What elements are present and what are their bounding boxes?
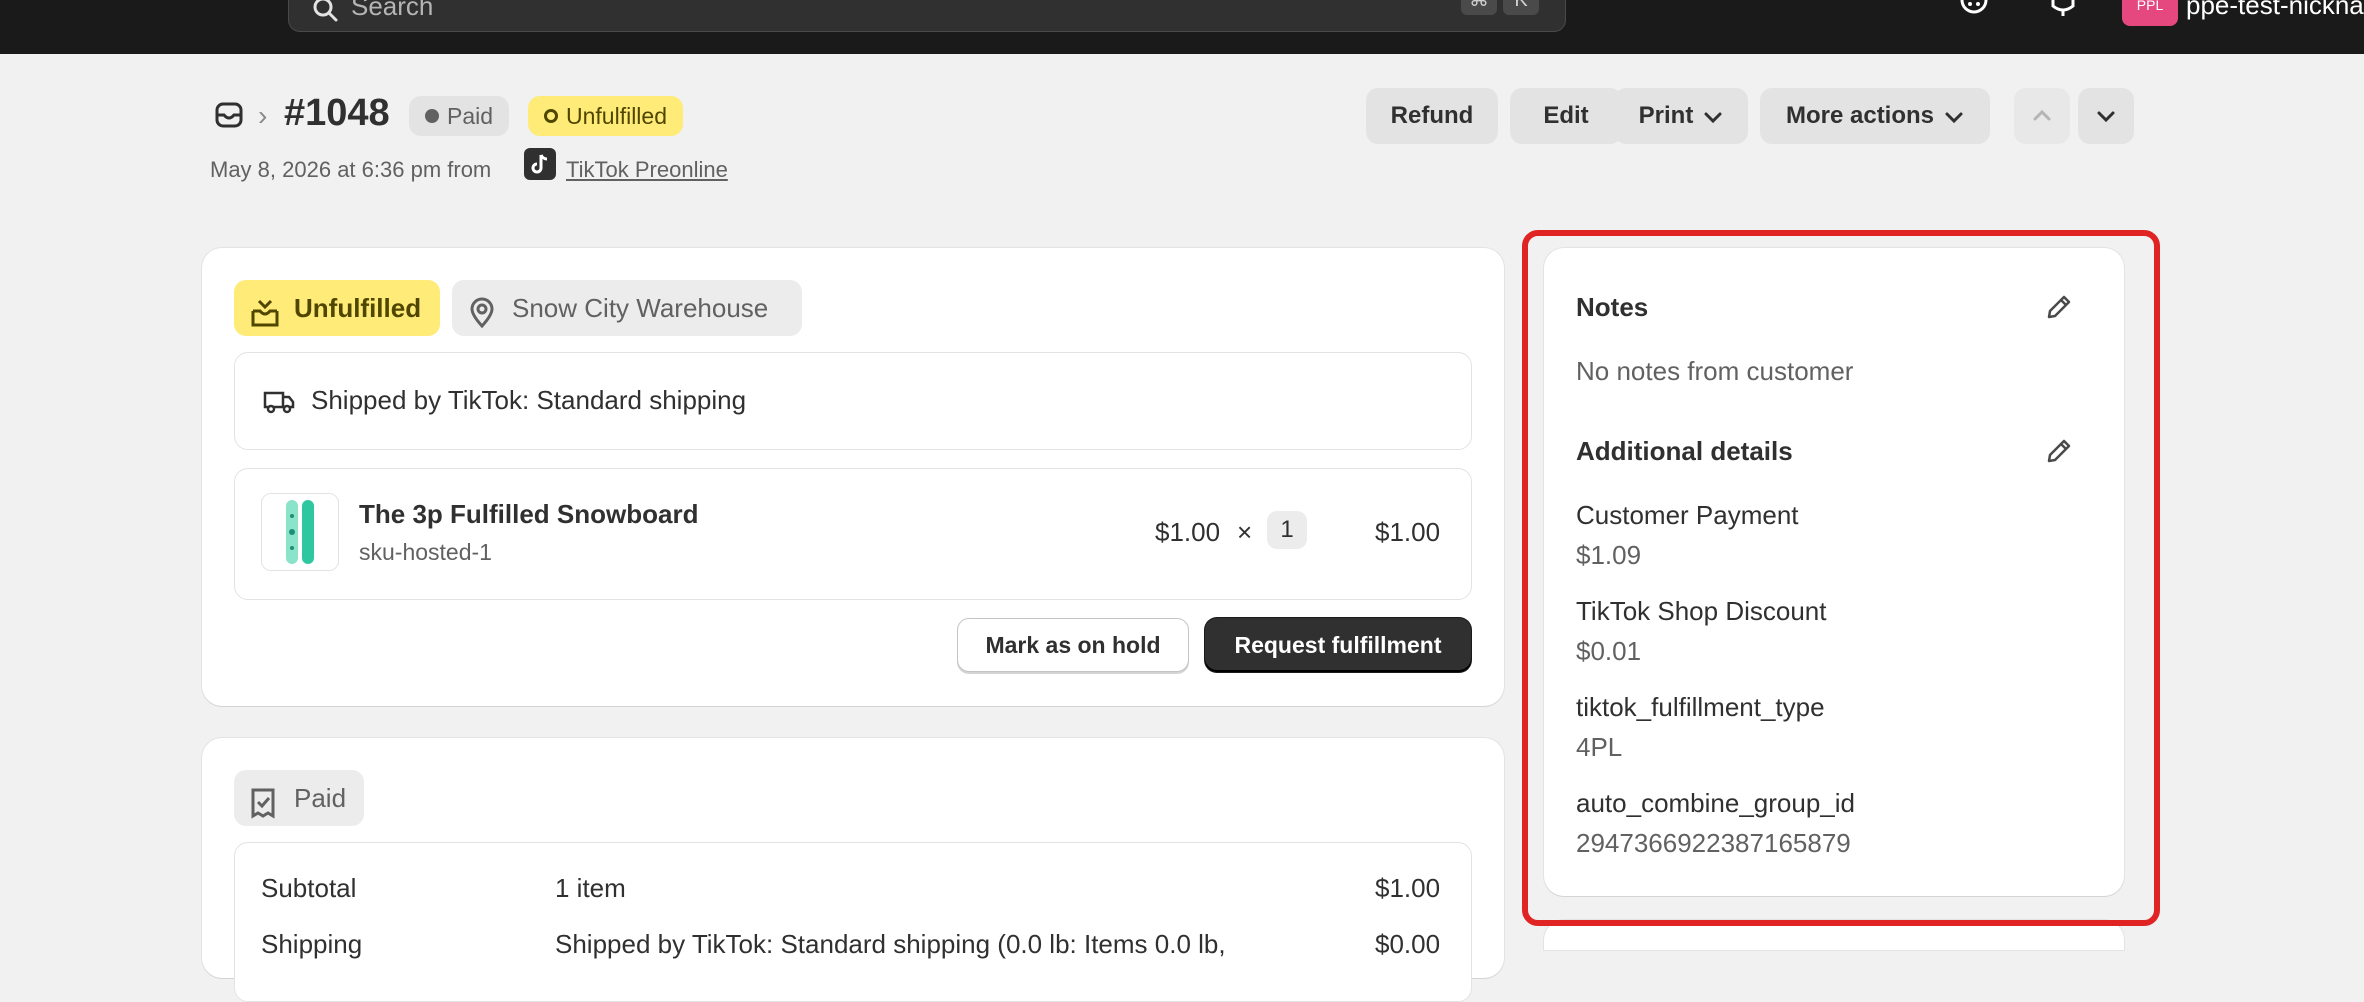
payment-card: Paid Subtotal 1 item $1.00 Shipping Ship… — [202, 738, 1504, 1002]
chevron-down-icon — [2096, 102, 2116, 129]
shipping-amount: $0.00 — [1375, 929, 1441, 959]
refund-button[interactable]: Refund — [1366, 88, 1498, 144]
next-order-button[interactable] — [2078, 88, 2134, 144]
subtotal-detail: 1 item — [555, 873, 626, 903]
order-date: May 8, 2026 at 6:36 pm from — [210, 157, 492, 182]
product-title[interactable]: The 3p Fulfilled Snowboard — [359, 499, 698, 530]
chevron-up-icon — [2032, 102, 2052, 129]
shipping-detail: Shipped by TikTok: Standard shipping (0.… — [555, 929, 1226, 959]
chevron-down-icon — [1703, 89, 1723, 145]
payment-status-label: Paid — [447, 103, 494, 129]
breadcrumb-chevron-icon: › — [258, 100, 268, 131]
more-actions-label: More actions — [1785, 102, 1935, 129]
print-button-label: Print — [1638, 102, 1694, 129]
mark-on-hold-button[interactable]: Mark as on hold — [957, 618, 1189, 672]
fulfillment-status-label: Unfulfilled — [566, 103, 667, 129]
avatar[interactable]: PPL — [2122, 0, 2178, 26]
top-bar: Search ⌘ K PPL ppe-test-nickname — [0, 0, 2364, 54]
edit-button[interactable]: Edit — [1510, 88, 1622, 144]
unfulfilled-chip: Unfulfilled — [234, 280, 440, 336]
chevron-down-icon — [1944, 89, 1964, 145]
times-sign: × — [1237, 517, 1253, 547]
print-button[interactable]: Print — [1614, 88, 1748, 144]
unfulfilled-chip-label: Unfulfilled — [294, 293, 422, 323]
receipt-icon — [250, 782, 276, 838]
truck-icon — [263, 387, 295, 420]
quantity-badge: 1 — [1267, 511, 1307, 549]
search-bar[interactable]: Search ⌘ K — [288, 0, 1566, 32]
search-icon — [311, 0, 339, 28]
shipping-method-text: Shipped by TikTok: Standard shipping — [311, 385, 747, 415]
paid-chip-label: Paid — [294, 783, 347, 813]
product-sku: sku-hosted-1 — [359, 539, 492, 565]
tiktok-icon — [524, 148, 556, 180]
status-ring-icon — [544, 109, 558, 123]
highlight-outline — [1522, 230, 2160, 926]
unit-price: $1.00 — [1155, 517, 1221, 547]
location-chip: Snow City Warehouse — [452, 280, 802, 336]
payment-status-badge: Paid — [409, 96, 510, 136]
search-placeholder: Search — [351, 0, 434, 21]
more-actions-button[interactable]: More actions — [1760, 88, 1990, 144]
shipping-label: Shipping — [261, 929, 363, 959]
fulfillment-card: Unfulfilled Snow City Warehouse Shipped … — [202, 248, 1504, 706]
paid-chip: Paid — [234, 770, 364, 826]
shop-name[interactable]: ppe-test-nickname — [2186, 0, 2364, 21]
source-link[interactable]: TikTok Preonline — [566, 157, 728, 183]
request-fulfillment-button[interactable]: Request fulfillment — [1205, 618, 1471, 672]
subtotal-label: Subtotal — [261, 873, 357, 903]
bell-icon[interactable] — [2048, 0, 2078, 23]
previous-order-button[interactable] — [2014, 88, 2070, 144]
shortcut-key-k: K — [1503, 0, 1539, 15]
line-item-row: The 3p Fulfilled Snowboard sku-hosted-1 … — [234, 468, 1472, 600]
gift-icon[interactable] — [1958, 0, 1990, 23]
status-dot-icon — [425, 109, 439, 123]
line-total: $1.00 — [1375, 517, 1441, 547]
product-thumbnail[interactable] — [261, 493, 339, 571]
payment-summary-box: Subtotal 1 item $1.00 Shipping Shipped b… — [234, 842, 1472, 1002]
shortcut-key-cmd: ⌘ — [1461, 0, 1497, 15]
page-title: #1048 — [284, 92, 390, 134]
location-pin-icon — [468, 292, 496, 348]
package-icon — [250, 292, 280, 348]
shipping-method-box: Shipped by TikTok: Standard shipping — [234, 352, 1472, 450]
location-chip-label: Snow City Warehouse — [512, 293, 769, 323]
inbox-icon[interactable] — [214, 100, 244, 135]
subtotal-amount: $1.00 — [1375, 873, 1441, 903]
fulfillment-status-badge: Unfulfilled — [528, 96, 683, 136]
